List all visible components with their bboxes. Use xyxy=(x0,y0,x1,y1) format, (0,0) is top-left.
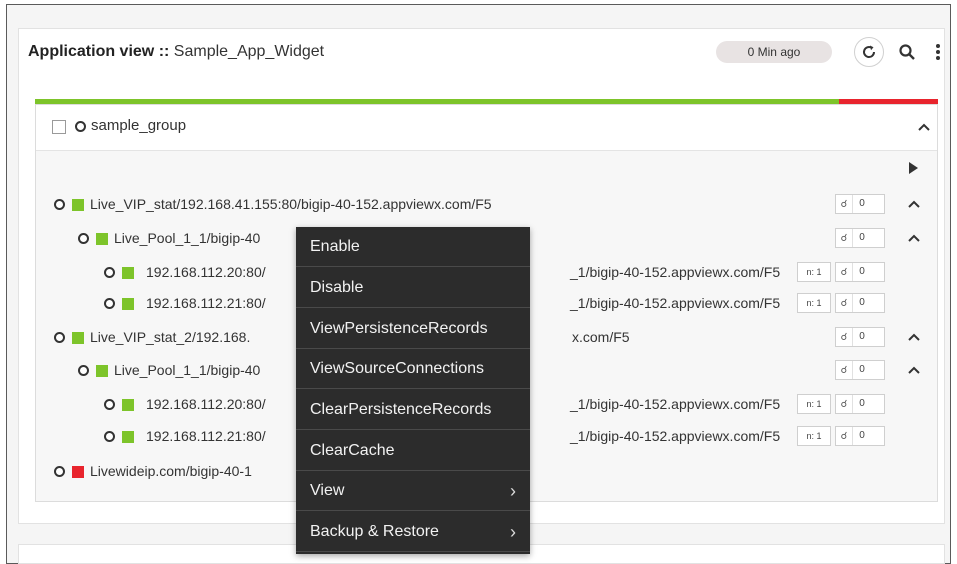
menu-item-backup-restore[interactable]: Backup & Restore › xyxy=(296,512,530,552)
tree-label: Live_Pool_1_1/bigip-40 xyxy=(114,230,261,246)
pin-icon: ☌ xyxy=(840,331,848,343)
tree-label: 192.168.112.21:80/ xyxy=(146,428,266,444)
menu-item-view[interactable]: View › xyxy=(296,471,530,511)
row-collapse-button[interactable] xyxy=(907,197,921,211)
status-indicator-up xyxy=(72,332,84,344)
tree-label: 192.168.112.20:80/ xyxy=(146,396,266,412)
more-vertical-icon xyxy=(936,44,940,60)
tree-label-suffix: _1/bigip-40-152.appviewx.com/F5 xyxy=(570,428,781,444)
status-indicator-up xyxy=(96,365,108,377)
play-icon[interactable] xyxy=(907,161,919,175)
tree-label-suffix: _1/bigip-40-152.appviewx.com/F5 xyxy=(570,264,781,280)
status-indicator-up xyxy=(122,399,134,411)
widget-title-name: Sample_App_Widget xyxy=(173,43,325,60)
row-collapse-button[interactable] xyxy=(907,330,921,344)
tree-label-suffix: x.com/F5 xyxy=(572,329,630,345)
tree-label: Live_VIP_stat/192.168.41.155:80/bigip-40… xyxy=(90,196,492,212)
status-indicator-up xyxy=(122,298,134,310)
node-count-badge: n: 1 xyxy=(797,262,831,282)
node-count-badge: n: 1 xyxy=(797,394,831,414)
connection-counter: ☌ 0 xyxy=(835,194,885,214)
row-collapse-button[interactable] xyxy=(907,231,921,245)
chevron-right-icon: › xyxy=(510,522,516,542)
refresh-icon xyxy=(863,45,876,58)
chevron-up-icon xyxy=(918,123,930,131)
search-icon xyxy=(899,44,915,60)
tree-row-vip[interactable]: Live_VIP_stat/192.168.41.155:80/bigip-40… xyxy=(54,194,934,216)
node-status-circle[interactable] xyxy=(104,431,115,442)
connection-counter: ☌ 0 xyxy=(835,426,885,446)
tree-label: Livewideip.com/bigip-40-1 xyxy=(90,463,252,479)
row-collapse-button[interactable] xyxy=(907,363,921,377)
menu-item-clear-persistence-records[interactable]: ClearPersistenceRecords xyxy=(296,390,530,430)
pin-icon: ☌ xyxy=(840,198,848,210)
node-status-circle[interactable] xyxy=(54,199,65,210)
status-indicator-up xyxy=(96,233,108,245)
menu-item-disable[interactable]: Disable xyxy=(296,268,530,308)
chevron-up-icon xyxy=(908,200,920,208)
node-status-circle[interactable] xyxy=(78,233,89,244)
node-status-circle[interactable] xyxy=(104,267,115,278)
tree-label: 192.168.112.21:80/ xyxy=(146,295,266,311)
tree-label-suffix: _1/bigip-40-152.appviewx.com/F5 xyxy=(570,396,781,412)
tree-label: Live_VIP_stat_2/192.168. xyxy=(90,329,251,345)
node-status-circle[interactable] xyxy=(78,365,89,376)
menu-item-view-source-connections[interactable]: ViewSourceConnections xyxy=(296,349,530,389)
menu-item-view-persistence-records[interactable]: ViewPersistenceRecords xyxy=(296,309,530,349)
tree-label: Live_Pool_1_1/bigip-40 xyxy=(114,362,261,378)
group-header[interactable]: sample_group xyxy=(36,105,937,151)
connection-counter: ☌ 0 xyxy=(835,293,885,313)
node-status-circle[interactable] xyxy=(54,332,65,343)
chevron-up-icon xyxy=(908,366,920,374)
refresh-button[interactable] xyxy=(854,37,884,67)
search-button[interactable] xyxy=(897,41,917,63)
connection-counter: ☌ 0 xyxy=(835,360,885,380)
pin-icon: ☌ xyxy=(840,364,848,376)
pin-icon: ☌ xyxy=(840,398,848,410)
node-status-circle[interactable] xyxy=(104,399,115,410)
group-name: sample_group xyxy=(91,117,187,134)
widget-title: Application view :: Sample_App_Widget xyxy=(28,43,324,61)
menu-item-clear-cache[interactable]: ClearCache xyxy=(296,431,530,471)
status-indicator-up xyxy=(72,199,84,211)
status-indicator-up xyxy=(122,431,134,443)
chevron-up-icon xyxy=(908,333,920,341)
connection-counter: ☌ 0 xyxy=(835,394,885,414)
connection-counter: ☌ 0 xyxy=(835,262,885,282)
chevron-right-icon: › xyxy=(510,481,516,501)
node-count-badge: n: 1 xyxy=(797,293,831,313)
group-collapse-button[interactable] xyxy=(917,120,931,134)
tree-label-suffix: _1/bigip-40-152.appviewx.com/F5 xyxy=(570,295,781,311)
connection-counter: ☌ 0 xyxy=(835,327,885,347)
group-status-circle[interactable] xyxy=(75,121,86,132)
status-indicator-down xyxy=(72,466,84,478)
node-status-circle[interactable] xyxy=(104,298,115,309)
node-count-badge: n: 1 xyxy=(797,426,831,446)
group-checkbox[interactable] xyxy=(52,120,66,134)
pin-icon: ☌ xyxy=(840,232,848,244)
pin-icon: ☌ xyxy=(840,266,848,278)
widget-title-prefix: Application view :: xyxy=(28,43,170,60)
pin-icon: ☌ xyxy=(840,297,848,309)
last-updated-badge: 0 Min ago xyxy=(716,41,832,63)
more-options-button[interactable] xyxy=(932,41,944,63)
status-indicator-up xyxy=(122,267,134,279)
pin-icon: ☌ xyxy=(840,430,848,442)
chevron-up-icon xyxy=(908,234,920,242)
menu-item-enable[interactable]: Enable xyxy=(296,227,530,267)
context-menu: Enable Disable ViewPersistenceRecords Vi… xyxy=(296,227,530,554)
connection-counter: ☌ 0 xyxy=(835,228,885,248)
tree-label: 192.168.112.20:80/ xyxy=(146,264,266,280)
node-status-circle[interactable] xyxy=(54,466,65,477)
